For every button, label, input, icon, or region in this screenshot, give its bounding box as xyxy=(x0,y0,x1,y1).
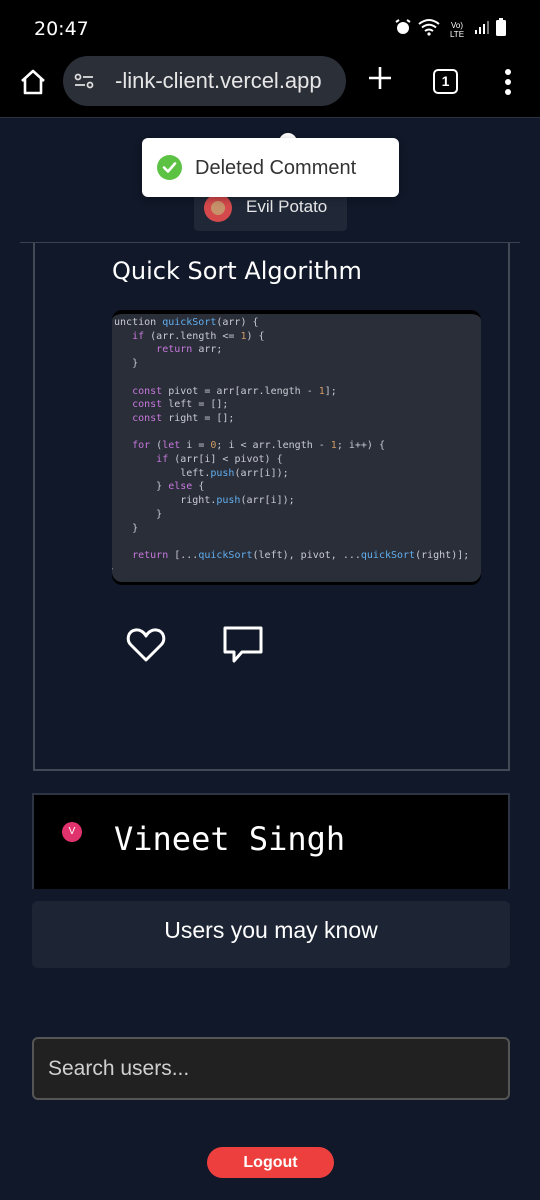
comment-icon[interactable] xyxy=(222,624,264,666)
toast-message: Deleted Comment xyxy=(195,157,357,179)
signal-icon xyxy=(474,19,490,40)
author-avatar xyxy=(204,194,232,222)
code-text: .unction quickSort(arr) { if (arr.length… xyxy=(112,317,470,575)
logout-button[interactable]: Logout xyxy=(207,1147,334,1178)
network-label: Vo) LTE xyxy=(449,20,465,39)
more-menu-icon[interactable] xyxy=(502,68,514,96)
profile-card[interactable]: V Vineet Singh xyxy=(32,793,510,889)
address-bar[interactable]: -link-client.vercel.app xyxy=(63,56,346,106)
status-bar: 20:47 Vo) LTE xyxy=(0,0,540,56)
code-snippet: .unction quickSort(arr) { if (arr.length… xyxy=(112,310,481,582)
check-circle-icon xyxy=(157,155,182,180)
status-time: 20:47 xyxy=(34,18,89,40)
status-icons: Vo) LTE xyxy=(394,18,506,41)
battery-icon xyxy=(496,18,506,41)
wifi-icon xyxy=(418,18,440,41)
search-users-box[interactable] xyxy=(32,1037,510,1100)
tab-switcher-button[interactable]: 1 xyxy=(433,69,458,94)
site-settings-icon[interactable] xyxy=(73,70,95,92)
author-name: Evil Potato xyxy=(246,197,328,216)
heart-icon[interactable] xyxy=(125,624,167,666)
new-tab-icon[interactable] xyxy=(366,64,394,92)
post-title: Quick Sort Algorithm xyxy=(112,257,362,285)
search-users-input[interactable] xyxy=(34,1039,508,1098)
browser-toolbar: -link-client.vercel.app 1 xyxy=(0,56,540,118)
toast-notification: Deleted Comment xyxy=(142,138,399,197)
users-you-may-know-heading: Users you may know xyxy=(32,901,510,968)
alarm-icon xyxy=(394,18,412,41)
home-icon[interactable] xyxy=(18,67,48,97)
profile-name: Vineet Singh xyxy=(114,820,346,858)
url-text[interactable]: -link-client.vercel.app xyxy=(115,68,340,94)
profile-avatar: V xyxy=(62,822,82,842)
